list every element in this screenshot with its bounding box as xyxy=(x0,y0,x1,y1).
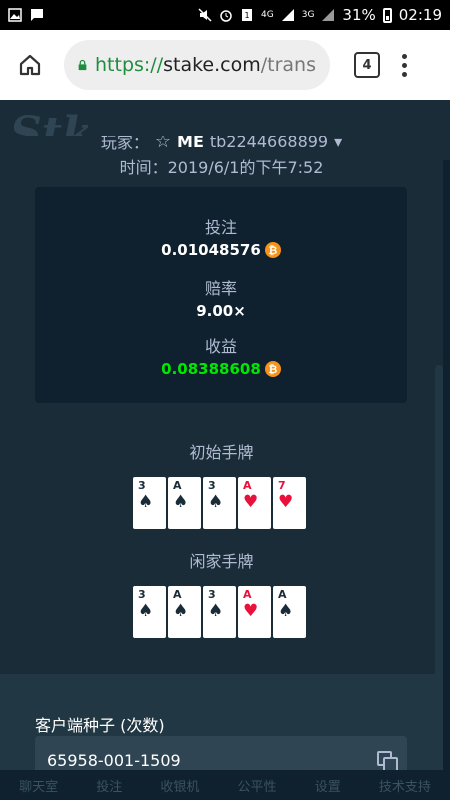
player-hand-title: 闲家手牌 xyxy=(189,552,254,571)
profit-label: 收益 xyxy=(204,337,237,356)
home-icon xyxy=(19,54,41,76)
url-bar[interactable]: https://stake.com/trans xyxy=(64,40,330,90)
card-rank: 3 xyxy=(208,479,216,492)
image-icon xyxy=(8,8,22,22)
spade-icon: ♠ xyxy=(208,492,224,512)
profit-value-row: 0.08388608 ₿ xyxy=(35,360,407,378)
chevron-down-icon[interactable]: ▾ xyxy=(334,136,342,151)
playing-card: 3 ♠ xyxy=(133,586,166,638)
playing-card: A ♠ xyxy=(168,477,201,529)
spade-icon: ♠ xyxy=(138,601,154,621)
heart-icon: ♥ xyxy=(243,492,259,512)
spade-icon: ♠ xyxy=(208,601,224,621)
playing-card: A ♠ xyxy=(168,586,201,638)
playing-card: 3 ♠ xyxy=(203,477,236,529)
bottom-nav-item[interactable]: 投注 xyxy=(96,776,122,795)
bottom-nav-item[interactable]: 技术支持 xyxy=(379,776,431,795)
star-icon[interactable]: ☆ xyxy=(155,136,171,152)
url-host: stake.com xyxy=(163,54,261,76)
wager-value: 0.01048576 xyxy=(161,241,261,259)
alarm-icon xyxy=(220,10,232,22)
client-seed-field[interactable]: 65958-001-1509 xyxy=(35,736,407,770)
battery-icon xyxy=(382,7,392,23)
card-rank: A xyxy=(173,479,182,492)
bet-stats-panel: 投注 0.01048576 ₿ 赔率 9.00× 收益 0.08388608 ₿ xyxy=(35,187,407,403)
heart-icon: ♥ xyxy=(278,492,294,512)
player-row: 玩家： ☆ ME tb2244668899 ▾ xyxy=(0,136,443,152)
url-path: /trans xyxy=(260,54,316,76)
bet-meta: 玩家： ☆ ME tb2244668899 ▾ 时间：2019/6/1的下午7:… xyxy=(0,136,443,178)
card-rank: A xyxy=(243,588,252,601)
playing-card: 3 ♠ xyxy=(133,477,166,529)
card-rank: 3 xyxy=(138,479,146,492)
card-rank: 3 xyxy=(138,588,146,601)
playing-card: 7 ♥ xyxy=(273,477,306,529)
wager-label: 投注 xyxy=(204,218,237,237)
player-id[interactable]: tb2244668899 xyxy=(210,136,328,151)
playing-card: A ♥ xyxy=(238,586,271,638)
card-rank: A xyxy=(243,479,252,492)
browser-toolbar: https://stake.com/trans 4 xyxy=(0,30,450,100)
signal-icon xyxy=(322,9,335,21)
bottom-nav-item[interactable]: 收银机 xyxy=(160,776,199,795)
odds-label: 赔率 xyxy=(204,279,237,298)
bottom-nav-item[interactable]: 聊天室 xyxy=(19,776,58,795)
playing-card: A ♠ xyxy=(273,586,306,638)
copy-icon[interactable] xyxy=(377,751,398,770)
bottom-nav-item[interactable]: 公平性 xyxy=(238,776,277,795)
lock-icon xyxy=(78,59,87,71)
bitcoin-icon: ₿ xyxy=(264,361,281,377)
wager-value-row: 0.01048576 ₿ xyxy=(35,241,407,259)
bet-time: 时间：2019/6/1的下午7:52 xyxy=(119,158,324,177)
heart-icon: ♥ xyxy=(243,601,259,621)
odds-value: 9.00× xyxy=(196,302,246,320)
card-rank: 3 xyxy=(208,588,216,601)
spade-icon: ♠ xyxy=(173,492,189,512)
tab-switcher-button[interactable]: 4 xyxy=(354,52,380,78)
notification-icon: 1 xyxy=(242,9,253,21)
signal-icon xyxy=(281,9,294,21)
card-rank: A xyxy=(278,588,287,601)
spade-icon: ♠ xyxy=(138,492,154,512)
network-4g-label: 4G xyxy=(261,9,274,20)
player-name[interactable]: ME xyxy=(177,136,204,151)
bitcoin-icon: ₿ xyxy=(264,242,281,258)
spade-icon: ♠ xyxy=(278,601,294,621)
svg-text:1: 1 xyxy=(244,11,249,20)
status-bar: 1 4G 3G 31% 02:19 xyxy=(0,0,450,30)
spade-icon: ♠ xyxy=(173,601,189,621)
player-hand: 3 ♠ A ♠ 3 ♠ A ♥ A ♠ xyxy=(133,586,306,638)
battery-percent: 31% xyxy=(342,6,376,24)
initial-hand-title: 初始手牌 xyxy=(189,443,254,462)
client-seed-value: 65958-001-1509 xyxy=(47,750,181,770)
playing-card: A ♥ xyxy=(238,477,271,529)
player-label: 玩家： xyxy=(100,136,149,152)
overflow-menu-icon[interactable] xyxy=(402,53,407,77)
playing-card: 3 ♠ xyxy=(203,586,236,638)
home-button[interactable] xyxy=(10,45,50,85)
clock: 02:19 xyxy=(398,6,442,24)
card-rank: 7 xyxy=(278,479,286,492)
profit-value: 0.08388608 xyxy=(161,360,261,378)
client-seed-section: 客户端种子 (次数) 65958-001-1509 xyxy=(0,674,443,770)
network-3g-label: 3G xyxy=(301,9,315,20)
bottom-nav-item[interactable]: 设置 xyxy=(315,776,341,795)
bet-details-modal: 玩家： ☆ ME tb2244668899 ▾ 时间：2019/6/1的下午7:… xyxy=(0,136,443,770)
url-scheme: https:// xyxy=(95,54,164,76)
initial-hand: 3 ♠ A ♠ 3 ♠ A ♥ 7 ♥ xyxy=(133,477,306,529)
client-seed-label: 客户端种子 (次数) xyxy=(35,716,165,735)
message-icon xyxy=(31,9,43,21)
bottom-nav: 聊天室 投注 收银机 公平性 设置 技术支持 xyxy=(0,770,450,800)
card-rank: A xyxy=(173,588,182,601)
mute-icon xyxy=(198,8,212,22)
